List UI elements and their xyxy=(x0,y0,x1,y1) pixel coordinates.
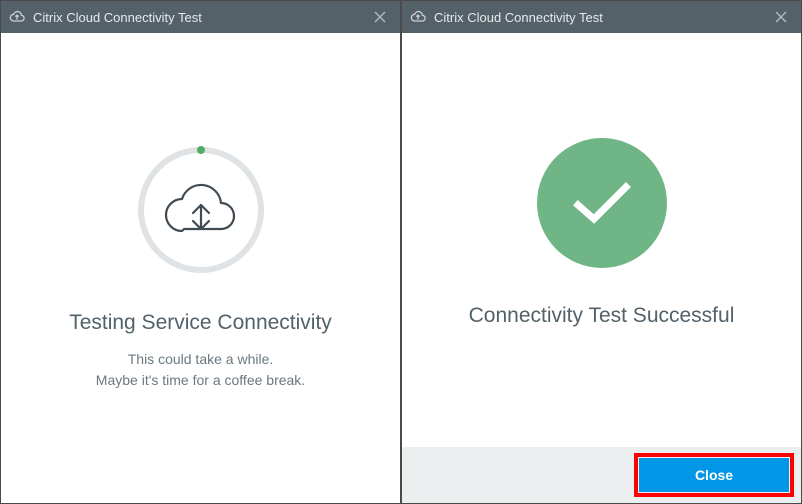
status-headline: Connectivity Test Successful xyxy=(469,304,735,328)
close-icon[interactable] xyxy=(368,5,392,29)
cloud-upload-icon xyxy=(410,9,426,25)
success-graphic xyxy=(537,138,667,268)
close-icon[interactable] xyxy=(769,5,793,29)
titlebar-right: Citrix Cloud Connectivity Test xyxy=(402,1,801,33)
checkmark-icon xyxy=(570,179,634,227)
progress-graphic xyxy=(136,145,266,275)
dialog-body: Testing Service Connectivity This could … xyxy=(1,33,400,503)
dialog-testing: Citrix Cloud Connectivity Test Testing S… xyxy=(0,0,401,504)
cloud-upload-large-icon xyxy=(162,181,240,239)
status-headline: Testing Service Connectivity xyxy=(69,311,332,335)
dialog-body: Connectivity Test Successful xyxy=(402,33,801,447)
subtext-line-1: This could take a while. xyxy=(96,349,305,370)
status-subtext: This could take a while. Maybe it's time… xyxy=(96,349,305,391)
success-circle-icon xyxy=(537,138,667,268)
window-title: Citrix Cloud Connectivity Test xyxy=(33,10,368,25)
subtext-line-2: Maybe it's time for a coffee break. xyxy=(96,370,305,391)
titlebar-left: Citrix Cloud Connectivity Test xyxy=(1,1,400,33)
close-button[interactable]: Close xyxy=(639,458,789,492)
window-title: Citrix Cloud Connectivity Test xyxy=(434,10,769,25)
dialog-footer: Close xyxy=(402,447,801,503)
dialog-success: Citrix Cloud Connectivity Test Connectiv… xyxy=(401,0,802,504)
cloud-upload-icon xyxy=(9,9,25,25)
